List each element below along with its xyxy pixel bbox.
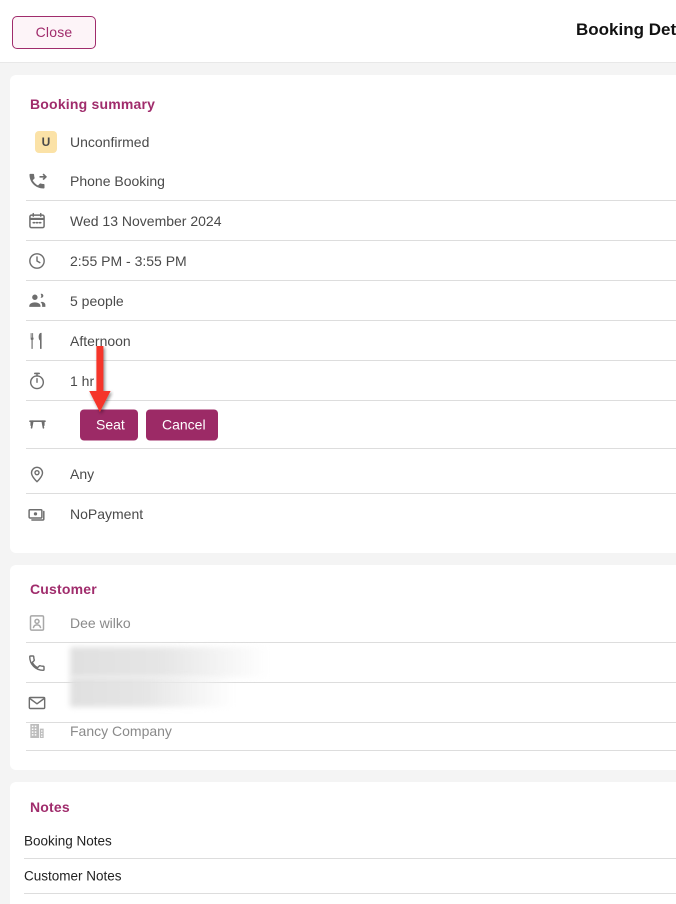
status-badge: U xyxy=(35,131,57,153)
service-value: Afternoon xyxy=(70,332,131,349)
notes-heading: Notes xyxy=(30,799,70,815)
payment-value: NoPayment xyxy=(70,506,144,522)
clock-icon xyxy=(26,250,48,272)
location-pin-icon xyxy=(26,463,48,485)
row-time: 2:55 PM - 3:55 PM xyxy=(26,241,676,281)
phone-forwarded-icon xyxy=(26,170,48,192)
status-label: Unconfirmed xyxy=(70,134,150,150)
phone-icon xyxy=(26,652,48,674)
calendar-icon xyxy=(26,210,48,232)
row-covers: 5 people xyxy=(26,281,676,321)
booking-summary-card: Booking summary U Unconfirmed Phone Book… xyxy=(10,75,676,553)
date-value: Wed 13 November 2024 xyxy=(70,212,222,229)
customer-card: Customer Dee wilko Fancy Company xyxy=(10,565,676,770)
customer-phone-redacted xyxy=(70,647,270,677)
building-icon xyxy=(26,720,48,742)
page-title: Booking Details xyxy=(576,20,676,39)
row-service: Afternoon xyxy=(26,321,676,361)
table-icon xyxy=(26,414,48,436)
notes-card: Notes Booking Notes Customer Notes xyxy=(10,782,676,904)
customer-company-value: Fancy Company xyxy=(70,722,172,739)
row-customer-name: Dee wilko xyxy=(26,603,676,643)
row-booking-source: Phone Booking xyxy=(26,161,676,201)
covers-value: 5 people xyxy=(70,292,124,309)
contact-card-icon xyxy=(26,612,48,634)
row-status: U Unconfirmed xyxy=(26,122,676,162)
cancel-button[interactable]: Cancel xyxy=(146,409,218,440)
row-area: Any xyxy=(26,454,676,494)
money-icon xyxy=(26,503,48,525)
row-booking-notes[interactable]: Booking Notes xyxy=(24,824,676,859)
row-actions: Seat Cancel xyxy=(26,401,676,449)
timer-icon xyxy=(26,370,48,392)
row-customer-company: Fancy Company xyxy=(26,711,676,751)
duration-value: 1 hr xyxy=(70,372,95,389)
time-value: 2:55 PM - 3:55 PM xyxy=(70,252,187,269)
booking-details-page: Close Booking Details Booking summary U … xyxy=(0,0,676,904)
customer-email-redacted xyxy=(70,677,235,707)
booking-source-value: Phone Booking xyxy=(70,172,165,189)
row-payment: NoPayment xyxy=(26,494,676,534)
close-button[interactable]: Close xyxy=(12,16,96,49)
people-icon xyxy=(26,290,48,312)
row-duration: 1 hr xyxy=(26,361,676,401)
booking-notes-label: Booking Notes xyxy=(24,833,112,849)
row-date: Wed 13 November 2024 xyxy=(26,201,676,241)
customer-notes-label: Customer Notes xyxy=(24,868,122,884)
page-header: Close Booking Details xyxy=(0,0,676,63)
booking-summary-heading: Booking summary xyxy=(30,96,156,112)
customer-name-value: Dee wilko xyxy=(70,614,131,631)
customer-heading: Customer xyxy=(30,581,97,597)
seat-button[interactable]: Seat xyxy=(80,409,138,440)
restaurant-icon xyxy=(26,330,48,352)
area-value: Any xyxy=(70,465,95,482)
row-customer-notes[interactable]: Customer Notes xyxy=(24,859,676,894)
